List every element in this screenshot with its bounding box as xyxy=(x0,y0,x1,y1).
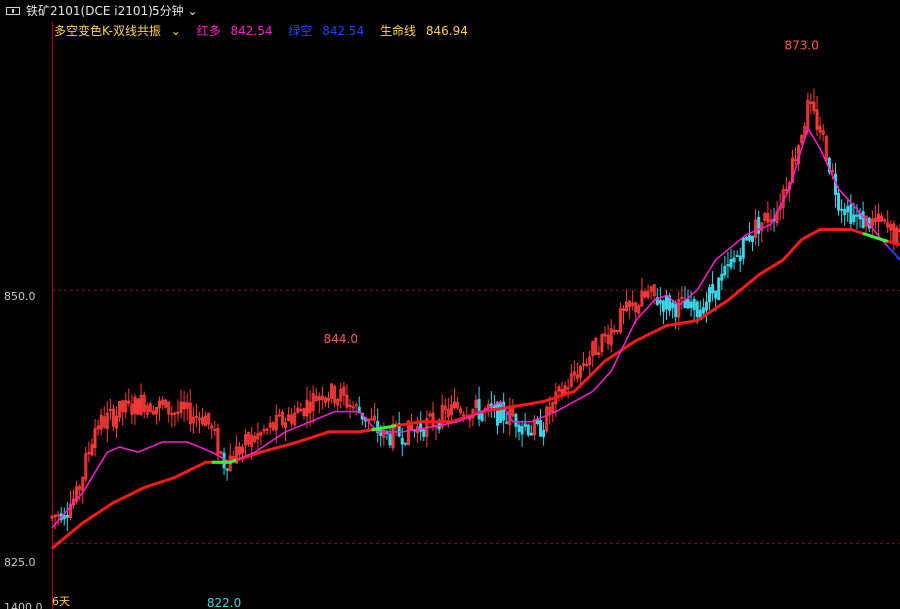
candle-body xyxy=(265,428,269,431)
candle-body xyxy=(585,363,589,366)
candle-body xyxy=(462,414,466,417)
candle-body xyxy=(505,421,509,424)
candle-body xyxy=(747,234,751,241)
candle-body xyxy=(661,300,665,312)
candle-body xyxy=(529,432,533,436)
peak-label: 822.0 xyxy=(207,596,241,609)
day-count-label: 6天 xyxy=(52,595,70,608)
candle-body xyxy=(658,299,662,304)
candle-body xyxy=(664,295,668,310)
candle-body xyxy=(704,301,708,311)
candle-body xyxy=(695,301,699,318)
magenta-line xyxy=(51,126,900,529)
candle-body xyxy=(388,433,392,446)
candle-body xyxy=(517,424,521,433)
candle-body xyxy=(711,284,715,294)
candle-body xyxy=(843,208,847,216)
candle-body xyxy=(222,452,226,469)
candle-body xyxy=(520,426,524,435)
candle-body xyxy=(735,255,739,258)
candle-body xyxy=(738,255,742,262)
candle-body xyxy=(262,429,266,432)
y-label-825: 825.0 xyxy=(4,556,36,569)
candle-body xyxy=(751,235,755,242)
candle-body xyxy=(615,330,619,333)
candle-body xyxy=(499,403,503,423)
candle-body xyxy=(403,442,407,445)
candle-body xyxy=(170,412,174,415)
candle-body xyxy=(87,452,91,455)
candle-body xyxy=(855,214,859,217)
green-segment xyxy=(862,232,889,243)
candle-body xyxy=(692,298,696,310)
candle-body xyxy=(726,264,730,267)
life-line xyxy=(51,228,900,550)
candle-body xyxy=(686,298,690,309)
candle-body xyxy=(846,206,850,213)
candle-body xyxy=(213,429,217,432)
candle-body xyxy=(732,257,736,263)
candle-body xyxy=(689,301,693,308)
candle-body xyxy=(849,204,853,224)
y-label-850: 850.0 xyxy=(4,290,36,303)
candle-body xyxy=(62,514,66,520)
peak-label: 873.0 xyxy=(785,38,819,52)
candle-body xyxy=(176,411,180,414)
y-label-cut: 1400.0 xyxy=(4,601,43,609)
candle-body xyxy=(671,302,675,309)
candle-body xyxy=(674,303,678,318)
candle-body xyxy=(400,437,404,445)
candle-body xyxy=(496,401,500,426)
candle-body xyxy=(566,387,570,390)
candle-body xyxy=(757,216,761,234)
candle-body xyxy=(197,418,201,421)
candle-body xyxy=(717,277,721,301)
peak-label: 844.0 xyxy=(324,332,358,346)
candle-body xyxy=(477,398,481,420)
candle-body xyxy=(65,514,69,518)
candle-body xyxy=(526,424,530,436)
candle-body xyxy=(225,468,229,471)
candle-body xyxy=(419,423,423,432)
candle-body xyxy=(784,189,788,192)
candle-body xyxy=(837,192,841,211)
candle-body xyxy=(840,208,844,211)
candle-body xyxy=(729,258,733,268)
candle-body xyxy=(348,405,352,408)
candle-body xyxy=(723,266,727,276)
candle-body xyxy=(56,514,60,517)
candle-body xyxy=(523,423,527,427)
candle-body xyxy=(720,273,724,281)
candle-body xyxy=(542,429,546,438)
candle-body xyxy=(422,429,426,437)
candle-body xyxy=(744,236,748,241)
candle-body xyxy=(194,415,198,418)
candle-body xyxy=(883,219,887,222)
candle-body xyxy=(370,418,374,421)
candle-body xyxy=(277,414,281,417)
candle-body xyxy=(861,211,865,229)
candle-body xyxy=(514,414,518,427)
candle-body xyxy=(852,214,856,223)
candle-body xyxy=(714,290,718,299)
candle-body xyxy=(701,307,705,314)
candle-body xyxy=(741,237,745,259)
candle-body xyxy=(539,420,543,437)
candle-body xyxy=(354,404,358,407)
candlestick-chart: 844.0 873.0 822.0 xyxy=(50,38,900,609)
candle-body xyxy=(708,287,712,303)
candle-body xyxy=(173,412,177,415)
